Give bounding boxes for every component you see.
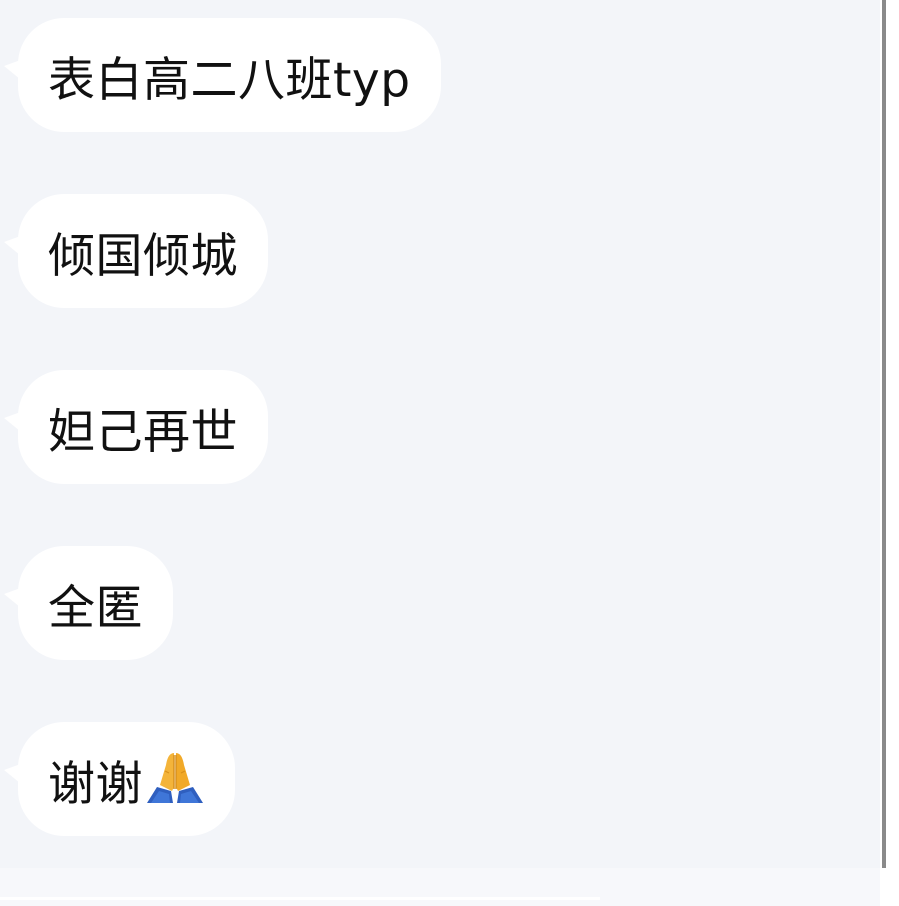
- message-text: 表白高二八班typ: [48, 52, 411, 108]
- message-text: 谢谢: [48, 756, 143, 812]
- divider: [0, 897, 600, 900]
- bottom-area: [0, 868, 899, 906]
- message-bubble[interactable]: 妲己再世: [4, 370, 268, 484]
- message-text: 倾国倾城: [48, 228, 238, 284]
- message-bubble[interactable]: 表白高二八班typ: [4, 18, 441, 132]
- message-text: 全匿: [48, 580, 143, 636]
- message-bubble[interactable]: 全匿: [4, 546, 173, 660]
- chat-message-list[interactable]: 表白高二八班typ 倾国倾城 妲己再世 全匿 谢谢: [0, 0, 880, 906]
- message-text: 妲己再世: [48, 404, 238, 460]
- message-bubble[interactable]: 倾国倾城: [4, 194, 268, 308]
- folded-hands-icon: [145, 749, 205, 809]
- message-bubble[interactable]: 谢谢: [4, 722, 235, 836]
- scrollbar[interactable]: [882, 0, 886, 868]
